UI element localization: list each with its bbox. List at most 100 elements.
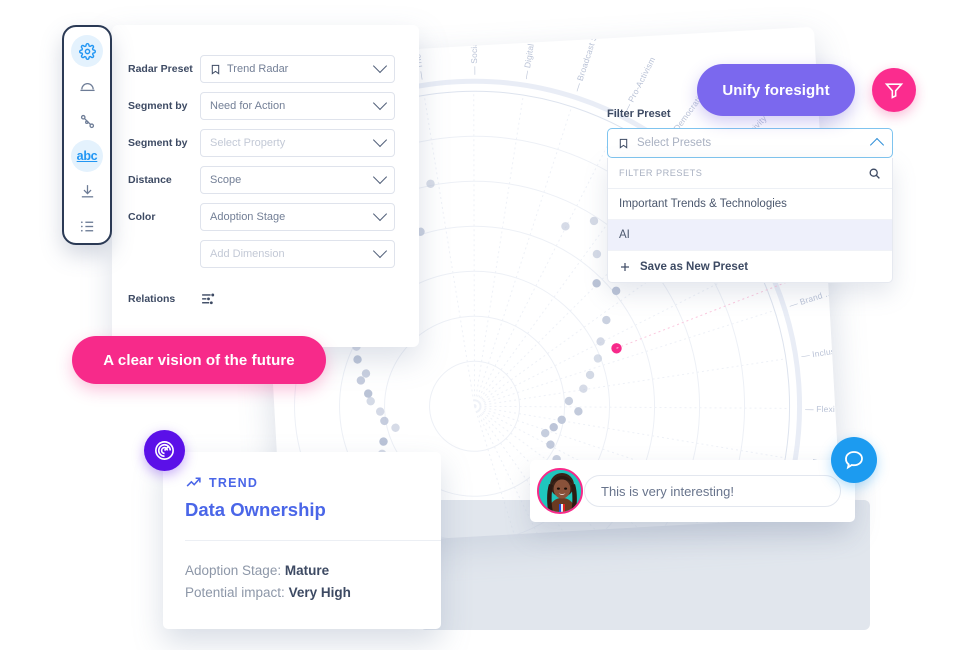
chat-bubble-icon bbox=[842, 448, 866, 472]
trend-up-icon bbox=[185, 474, 202, 491]
radar-settings-panel: Radar Preset Trend Radar Segment by Need… bbox=[112, 25, 419, 347]
trend-kicker: TREND bbox=[185, 474, 419, 491]
radar-data-point[interactable] bbox=[546, 440, 555, 449]
radar-target-icon bbox=[153, 439, 176, 462]
field-label: Segment by bbox=[128, 100, 200, 112]
segment-by-primary-select[interactable]: Need for Action bbox=[200, 92, 395, 120]
filter-preset-value: Select Presets bbox=[637, 137, 864, 149]
rail-item-list[interactable] bbox=[71, 210, 103, 242]
bookmark-icon bbox=[210, 63, 221, 76]
chat-message-text: This is very interesting! bbox=[601, 484, 734, 499]
radar-data-point[interactable] bbox=[426, 179, 435, 188]
segment-by-secondary-select[interactable]: Select Property bbox=[200, 129, 395, 157]
chevron-up-icon bbox=[870, 138, 884, 152]
chevron-down-icon bbox=[373, 96, 387, 110]
chat-message-input[interactable]: This is very interesting! bbox=[584, 475, 841, 507]
radar-data-point[interactable] bbox=[592, 250, 601, 259]
callout-unify-foresight: Unify foresight bbox=[697, 64, 855, 116]
search-icon[interactable] bbox=[868, 167, 881, 180]
color-value: Adoption Stage bbox=[210, 211, 369, 223]
app-canvas: — The Gaming Metaverse— Social Commerce—… bbox=[0, 0, 980, 650]
trend-meta-value: Very High bbox=[289, 585, 351, 600]
field-label: Segment by bbox=[128, 137, 200, 149]
radar-data-point[interactable] bbox=[596, 337, 605, 346]
bookmark-icon bbox=[618, 137, 629, 150]
radar-data-point[interactable] bbox=[561, 222, 570, 231]
radar-preset-select[interactable]: Trend Radar bbox=[200, 55, 395, 83]
filter-preset-search[interactable]: FILTER PRESETS bbox=[608, 158, 892, 189]
filter-preset-option[interactable]: Important Trends & Technologies bbox=[608, 189, 892, 220]
trend-title: Data Ownership bbox=[185, 499, 419, 521]
scatter-link-icon bbox=[79, 113, 96, 130]
radar-preset-value: Trend Radar bbox=[227, 63, 369, 75]
app-logo-badge bbox=[144, 430, 185, 471]
rail-item-connections[interactable] bbox=[71, 105, 103, 137]
radar-data-point[interactable] bbox=[364, 389, 373, 398]
add-dimension-value: Add Dimension bbox=[210, 248, 285, 260]
segment-by-primary-value: Need for Action bbox=[210, 100, 369, 112]
chevron-down-icon bbox=[373, 133, 387, 147]
relations-row: Relations bbox=[128, 290, 395, 307]
radar-data-point[interactable] bbox=[586, 370, 595, 379]
radar-data-point[interactable] bbox=[574, 407, 583, 416]
radar-data-point[interactable] bbox=[602, 316, 611, 325]
field-label: Distance bbox=[128, 174, 200, 186]
tool-rail: abc bbox=[62, 25, 112, 245]
radar-data-point[interactable] bbox=[564, 397, 573, 406]
avatar[interactable] bbox=[537, 468, 583, 514]
color-select[interactable]: Adoption Stage bbox=[200, 203, 395, 231]
add-dimension-select[interactable]: Add Dimension bbox=[200, 240, 395, 268]
trend-meta: Adoption Stage: Mature Potential impact:… bbox=[185, 560, 419, 604]
filter-preset-dropdown: FILTER PRESETS Important Trends & Techno… bbox=[607, 158, 893, 283]
distance-select[interactable]: Scope bbox=[200, 166, 395, 194]
radar-data-point[interactable] bbox=[380, 416, 389, 425]
radar-data-point[interactable] bbox=[391, 423, 400, 432]
trend-detail-card[interactable]: TREND Data Ownership Adoption Stage: Mat… bbox=[163, 452, 441, 629]
rail-item-download[interactable] bbox=[71, 175, 103, 207]
trend-meta-label: Potential impact: bbox=[185, 585, 285, 600]
field-label: Color bbox=[128, 211, 200, 223]
radar-data-point[interactable] bbox=[376, 407, 385, 416]
save-as-new-preset-button[interactable]: Save as New Preset bbox=[608, 251, 892, 282]
radar-data-point[interactable] bbox=[557, 415, 566, 424]
list-icon bbox=[79, 218, 96, 235]
radar-data-point[interactable] bbox=[579, 384, 588, 393]
field-row-segment-by-1: Segment by Need for Action bbox=[128, 92, 395, 120]
filter-badge[interactable] bbox=[872, 68, 916, 112]
chevron-down-icon bbox=[373, 59, 387, 73]
filter-preset-panel: Filter Preset Select Presets FILTER PRES… bbox=[607, 108, 893, 283]
trend-kicker-label: TREND bbox=[209, 476, 258, 490]
radar-data-point[interactable] bbox=[366, 397, 375, 406]
callout-label: Unify foresight bbox=[722, 82, 829, 99]
radar-data-point[interactable] bbox=[593, 354, 602, 363]
filter-preset-search-label: FILTER PRESETS bbox=[619, 168, 860, 178]
trend-meta-row: Adoption Stage: Mature bbox=[185, 560, 419, 582]
radar-data-point[interactable] bbox=[356, 376, 365, 385]
radar-data-point[interactable] bbox=[612, 286, 621, 295]
field-row-distance: Distance Scope bbox=[128, 166, 395, 194]
field-row-color: Color Adoption Stage bbox=[128, 203, 395, 231]
radar-data-point[interactable] bbox=[549, 423, 558, 432]
radar-data-point[interactable] bbox=[592, 279, 601, 288]
radar-data-point[interactable] bbox=[379, 437, 388, 446]
plus-icon bbox=[619, 261, 631, 273]
radar-data-point[interactable] bbox=[362, 369, 371, 378]
chevron-down-icon bbox=[373, 170, 387, 184]
dome-icon bbox=[79, 78, 96, 95]
sliders-icon[interactable] bbox=[200, 290, 217, 307]
field-row-radar-preset: Radar Preset Trend Radar bbox=[128, 55, 395, 83]
field-row-segment-by-2: Segment by Select Property bbox=[128, 129, 395, 157]
rail-item-labels[interactable]: abc bbox=[71, 140, 103, 172]
relations-label: Relations bbox=[128, 293, 200, 305]
divider bbox=[185, 540, 441, 541]
trend-meta-row: Potential impact: Very High bbox=[185, 582, 419, 604]
chat-badge[interactable] bbox=[831, 437, 877, 483]
distance-value: Scope bbox=[210, 174, 369, 186]
radar-data-point[interactable] bbox=[541, 429, 550, 438]
rail-item-settings[interactable] bbox=[71, 35, 103, 67]
filter-preset-option[interactable]: AI bbox=[608, 220, 892, 251]
filter-preset-select[interactable]: Select Presets bbox=[607, 128, 893, 158]
radar-data-point[interactable] bbox=[353, 355, 362, 364]
rail-item-radar[interactable] bbox=[71, 70, 103, 102]
trend-meta-value: Mature bbox=[285, 563, 329, 578]
